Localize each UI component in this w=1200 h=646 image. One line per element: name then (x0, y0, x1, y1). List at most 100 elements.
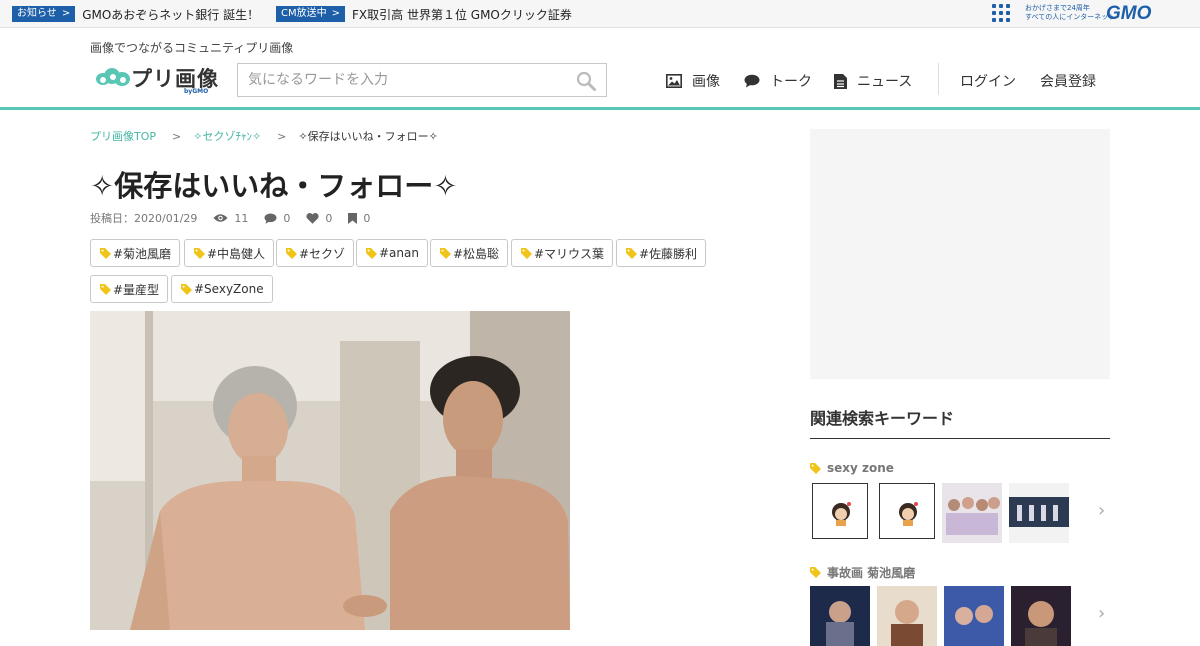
comments-stat: 0 (264, 212, 290, 225)
likes-count: 0 (325, 211, 333, 225)
thumbnail-image (944, 586, 1004, 646)
ticker-text[interactable]: GMOあおぞらネット銀行 誕生！ (82, 6, 259, 23)
tag-icon (626, 247, 637, 259)
comments-count: 0 (283, 211, 291, 225)
bookmark-icon (348, 212, 358, 224)
thumbnail[interactable] (810, 586, 870, 646)
login-link[interactable]: ログイン (960, 71, 1016, 91)
ticker-news[interactable]: お知らせ > GMOあおぞらネット銀行 誕生！ (12, 5, 259, 23)
post-date: 投稿日：2020/01/29 (90, 212, 198, 225)
nav-images-label: 画像 (692, 74, 720, 90)
nav-talk[interactable]: トーク (744, 71, 812, 91)
register-link[interactable]: 会員登録 (1040, 71, 1096, 91)
heart-icon (306, 212, 319, 224)
ticker-cm[interactable]: CM放送中 > FX取引高 世界第１位 GMOクリック証券 (276, 5, 572, 23)
thumbnail-image (1009, 483, 1069, 543)
document-icon (834, 73, 847, 89)
breadcrumb-separator: > (277, 129, 287, 143)
site-logo[interactable]: プリ画像 byGMO (96, 64, 226, 100)
nav-images[interactable]: 画像 (666, 71, 720, 91)
post-meta: 投稿日：2020/01/29 11 0 0 0 (90, 210, 370, 226)
saves-stat[interactable]: 0 (348, 212, 370, 225)
tag-chip[interactable]: #菊池風磨 (90, 239, 181, 267)
search-box (237, 63, 607, 97)
tag-icon (521, 247, 532, 259)
breadcrumb-separator: > (172, 129, 182, 143)
breadcrumb-category[interactable]: ✧セクゾﾁｬﾝ✧ (193, 128, 261, 144)
tag-icon (194, 247, 205, 259)
keyword-thumbnails (810, 483, 1069, 543)
thumbnail-image (810, 586, 870, 646)
top-ticker-bar: お知らせ > GMOあおぞらネット銀行 誕生！ CM放送中 > FX取引高 世界第１… (0, 0, 1200, 28)
tag-chip[interactable]: #セクゾ (276, 239, 355, 267)
site-tagline: 画像でつながるコミュニティプリ画像 (90, 41, 294, 55)
chevron-right-icon: > (61, 8, 71, 19)
gmo-logo[interactable]: GMO (1106, 3, 1151, 25)
related-keywords-title: 関連検索キーワード (810, 409, 955, 428)
keyword-label: 事故画 菊池風磨 (827, 566, 916, 580)
saves-count: 0 (363, 211, 371, 225)
comment-icon (264, 213, 277, 224)
tag-icon (100, 247, 111, 259)
thumbnail[interactable] (812, 483, 868, 539)
tag-chip[interactable]: #中島健人 (184, 239, 275, 267)
tag-chip[interactable]: #量産型 (90, 275, 169, 303)
thumbnail[interactable] (1009, 483, 1069, 543)
keyword-label: sexy zone (827, 461, 894, 475)
logo-by-gmo: byGMO (184, 88, 209, 95)
thumbnail-image (832, 502, 851, 526)
section-divider (810, 438, 1110, 439)
nav-news-label: ニュース (857, 74, 913, 90)
thumbnail[interactable] (877, 586, 937, 646)
tag-chip[interactable]: #SexyZone (171, 275, 273, 303)
thumbnail[interactable] (944, 586, 1004, 646)
post-image[interactable] (90, 311, 570, 630)
views-stat: 11 (213, 212, 248, 225)
breadcrumb-home[interactable]: プリ画像TOP (90, 128, 156, 144)
tag-icon (100, 283, 111, 295)
keyword-link[interactable]: 事故画 菊池風磨 (810, 564, 915, 581)
likes-stat[interactable]: 0 (306, 212, 332, 225)
views-count: 11 (234, 211, 249, 225)
chevron-right-icon[interactable]: › (1098, 500, 1105, 521)
tag-chip[interactable]: #マリウス葉 (511, 239, 614, 267)
gmo-tagline: おかげさまで24周年 すべての人にインターネット (1025, 4, 1116, 21)
thumbnail-image (877, 586, 937, 646)
chevron-right-icon[interactable]: › (1098, 603, 1105, 624)
cloud-logo-icon (96, 68, 130, 86)
site-header: 画像でつながるコミュニティプリ画像 プリ画像 byGMO 画像 (0, 29, 1200, 110)
thumbnail-image (899, 502, 918, 526)
keyword-thumbnails (810, 586, 1071, 646)
breadcrumb-current: ✧保存はいいね・フォロー✧ (298, 130, 438, 143)
ticker-text[interactable]: FX取引高 世界第１位 GMOクリック証券 (352, 6, 572, 23)
speech-bubble-icon (744, 74, 760, 88)
page-title: ✧保存はいいね・フォロー✧ (90, 169, 458, 203)
tag-icon (810, 462, 821, 474)
eye-icon (213, 214, 228, 222)
breadcrumb: プリ画像TOP > ✧セクゾﾁｬﾝ✧ > ✧保存はいいね・フォロー✧ (90, 128, 438, 144)
tag-icon (810, 567, 821, 578)
tag-chip[interactable]: #anan (356, 239, 428, 267)
ticker-badge: CM放送中 > (276, 6, 346, 22)
thumbnail[interactable] (879, 483, 935, 539)
thumbnail-image (1011, 586, 1071, 646)
chevron-right-icon: > (331, 8, 341, 19)
tag-chip[interactable]: #松島聡 (430, 239, 509, 267)
thumbnail[interactable] (1011, 586, 1071, 646)
tag-icon (366, 247, 377, 259)
tag-icon (440, 247, 451, 259)
ticker-badge: お知らせ > (12, 6, 76, 22)
gmo-grid-icon[interactable] (992, 4, 1010, 22)
ad-placeholder (810, 129, 1110, 379)
thumbnail[interactable] (942, 483, 1002, 543)
tag-icon (181, 283, 192, 295)
tag-chip[interactable]: #佐藤勝利 (616, 239, 707, 267)
nav-news[interactable]: ニュース (834, 71, 912, 91)
tag-icon (286, 247, 297, 259)
search-input[interactable] (238, 64, 558, 96)
keyword-link[interactable]: sexy zone (810, 461, 894, 475)
nav-divider (938, 63, 939, 95)
post-image-graphic (90, 311, 570, 630)
image-icon (666, 74, 682, 88)
search-icon[interactable] (576, 71, 596, 91)
